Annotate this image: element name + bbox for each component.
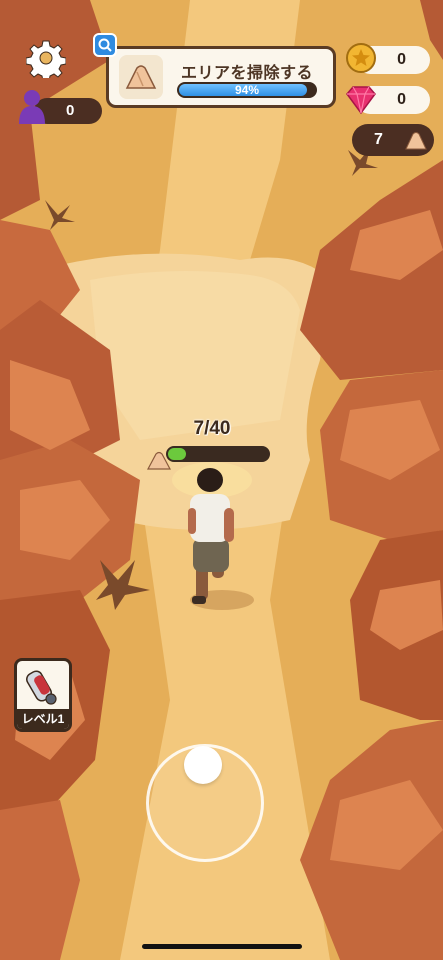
carry-capacity-bar — [166, 446, 270, 462]
vacuum-tool-icon — [26, 670, 57, 705]
gear-icon — [25, 40, 67, 82]
tool-level-card[interactable]: レベル1 — [14, 658, 72, 732]
gem-icon — [343, 84, 379, 116]
quest-progress-label: 94% — [234, 83, 260, 97]
quest-progress-bar: 94% — [177, 82, 317, 98]
coin-count: 0 — [397, 51, 406, 68]
joystick-knob[interactable] — [184, 746, 222, 784]
player-silhouette-icon — [16, 88, 48, 126]
settings-button[interactable] — [25, 38, 67, 82]
coin-icon — [345, 42, 377, 74]
home-indicator[interactable] — [142, 944, 302, 949]
gem-count: 0 — [397, 91, 406, 108]
sand-pile-icon — [146, 449, 172, 471]
stone-counter: 7 — [352, 124, 434, 156]
sand-pile-icon — [119, 55, 163, 99]
sand-pile-icon — [405, 132, 427, 150]
quest-panel[interactable]: エリアを掃除する 94% — [106, 46, 336, 108]
quest-title: エリアを掃除する — [181, 65, 314, 82]
quest-search-button[interactable] — [93, 33, 117, 57]
tool-level-label: レベル1 — [17, 709, 69, 729]
stone-count: 7 — [374, 131, 383, 148]
carry-counter-label: 7/40 — [193, 418, 231, 439]
magnifier-icon — [98, 38, 112, 52]
players-count: 0 — [66, 102, 75, 119]
